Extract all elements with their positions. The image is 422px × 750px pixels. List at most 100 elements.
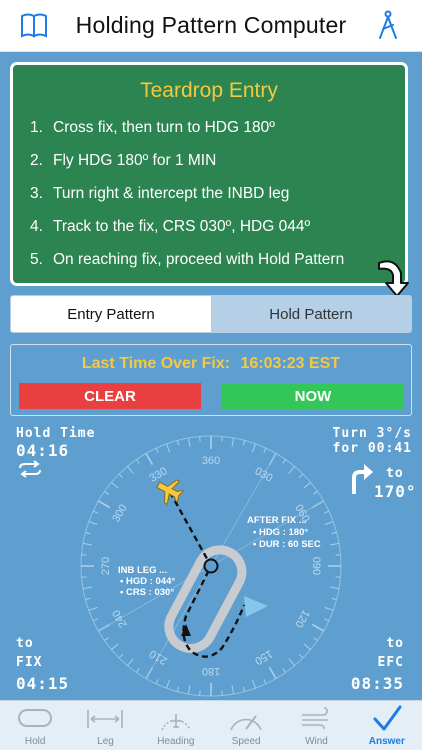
hold-time-readout: Hold Time 04:16 — [16, 426, 95, 482]
compass-label: 030 — [253, 465, 275, 485]
entry-instructions-panel: Teardrop Entry 1. Cross fix, then turn to… — [10, 62, 409, 297]
compass-tick — [187, 685, 191, 695]
to-efc-value: 08:35 — [350, 674, 404, 693]
compass-tick — [282, 668, 286, 673]
compass-tick — [176, 686, 180, 692]
svg-text:INB LEG ...: INB LEG ... — [118, 565, 167, 576]
hold-time-value: 04:16 — [16, 441, 70, 460]
to-efc-readout: to EFC 08:35 — [340, 636, 404, 693]
now-button[interactable]: NOW — [222, 383, 404, 409]
compass-tick — [263, 447, 267, 453]
compass-tick — [299, 654, 304, 659]
compass-label: 270 — [100, 557, 112, 575]
compass-tick — [313, 637, 318, 641]
svg-text:• HGD : 044°: • HGD : 044° — [120, 576, 175, 587]
compass-label: 150 — [253, 647, 275, 667]
compass-tick — [145, 453, 154, 466]
compass-tick — [155, 679, 159, 685]
compass-tick — [324, 521, 334, 526]
tab-answer[interactable]: Answer — [352, 701, 422, 750]
compass-tick — [85, 531, 91, 535]
compass-label: 360 — [202, 455, 220, 467]
tab-hold[interactable]: Hold — [0, 701, 70, 750]
instruction-step: 2. Fly HDG 180º for 1 MIN — [30, 152, 217, 169]
compass-tick — [324, 606, 334, 611]
instruction-step: 3. Turn right & intercept the INBD leg — [30, 185, 290, 202]
svg-text:AFTER FIX ...: AFTER FIX ... — [247, 515, 307, 526]
compass-label: 090 — [310, 557, 322, 575]
compass-tick — [242, 440, 246, 446]
leg-icon — [87, 710, 124, 728]
turn-readout: Turn 3°/s for 00:41 — [306, 426, 412, 456]
compass-tick — [251, 679, 256, 689]
compass-tick — [303, 482, 311, 489]
last-time-value: 16:03:23 EST — [240, 355, 341, 372]
compass-tick — [166, 443, 171, 453]
compass-tick — [187, 437, 191, 447]
compass-label: 300 — [110, 503, 130, 525]
inbound-arrow-icon — [244, 596, 268, 617]
book-icon[interactable] — [18, 9, 50, 41]
compass-tick — [176, 440, 180, 446]
compass-tick — [111, 482, 119, 489]
compass-label: 330 — [148, 465, 170, 485]
to-fix-readout: to FIX 04:15 — [16, 636, 70, 693]
compass-tick — [118, 473, 123, 478]
compass-tick — [85, 597, 91, 601]
compass-tick — [98, 500, 111, 509]
compass-tick — [118, 654, 123, 659]
compass-tick — [82, 542, 92, 546]
to-fix-value: 04:15 — [16, 674, 70, 693]
svg-text:• DUR : 60 SEC: • DUR : 60 SEC — [253, 539, 321, 550]
compass-tick — [242, 686, 246, 692]
page-title: Holding Pattern Computer — [75, 12, 347, 38]
speed-icon — [230, 715, 262, 731]
fix-marker — [203, 558, 219, 574]
compass-tick — [330, 586, 340, 590]
turn-to-label: to — [386, 466, 404, 481]
compass-tick — [92, 510, 98, 514]
compass-tick — [111, 643, 119, 650]
compass-tick — [127, 658, 134, 666]
compass-tick — [127, 466, 134, 474]
repeat-icon[interactable] — [16, 460, 44, 478]
compass-label: 240 — [110, 608, 130, 630]
tab-hold-pattern[interactable]: Hold Pattern — [211, 296, 411, 332]
instruction-steps: 1. Cross fix, then turn to HDG 180º 2. Fly… — [13, 111, 405, 276]
compass-label: 180 — [202, 665, 220, 677]
pattern-segmented-control: Entry Pattern Hold Pattern — [10, 295, 412, 333]
tab-leg[interactable]: Leg — [70, 701, 140, 750]
compass-tick — [251, 443, 256, 453]
bottom-tab-bar: Hold Leg Heading Speed Wind Answer — [0, 700, 422, 750]
turn-right-arrow-icon — [352, 464, 373, 494]
entry-path — [168, 491, 246, 658]
checkmark-icon — [373, 705, 402, 731]
hold-icon — [18, 709, 53, 727]
header-bar: Holding Pattern Computer — [0, 0, 422, 52]
entry-type-title: Teardrop Entry — [140, 79, 278, 102]
heading-icon — [161, 714, 191, 731]
last-time-label: Last Time Over Fix: — [81, 355, 231, 372]
compass-tick — [288, 466, 295, 474]
compass-tick — [324, 618, 330, 622]
clear-button[interactable]: CLEAR — [19, 383, 201, 409]
turn-down-arrow-icon[interactable] — [375, 253, 413, 299]
compass-tick — [166, 679, 171, 689]
last-time-over-fix: Last Time Over Fix: 16:03:23 EST — [11, 355, 411, 373]
compass-tick — [155, 447, 159, 453]
compass-tick — [288, 658, 295, 666]
compass-tick — [303, 643, 311, 650]
tab-entry-pattern[interactable]: Entry Pattern — [11, 296, 211, 332]
compass-tick — [311, 623, 324, 632]
compass-tick — [104, 491, 109, 495]
compass-divider-icon[interactable] — [372, 9, 404, 41]
tab-heading[interactable]: Heading — [141, 701, 211, 750]
tab-wind[interactable]: Wind — [281, 701, 351, 750]
compass-tick — [231, 685, 235, 695]
tab-speed[interactable]: Speed — [211, 701, 281, 750]
instruction-step: 5. On reaching fix, proceed with Hold Pat… — [30, 251, 345, 268]
svg-text:• HDG : 180°: • HDG : 180° — [253, 527, 308, 538]
compass-tick — [88, 606, 98, 611]
compass-tick — [104, 637, 109, 641]
compass-tick — [263, 679, 267, 685]
